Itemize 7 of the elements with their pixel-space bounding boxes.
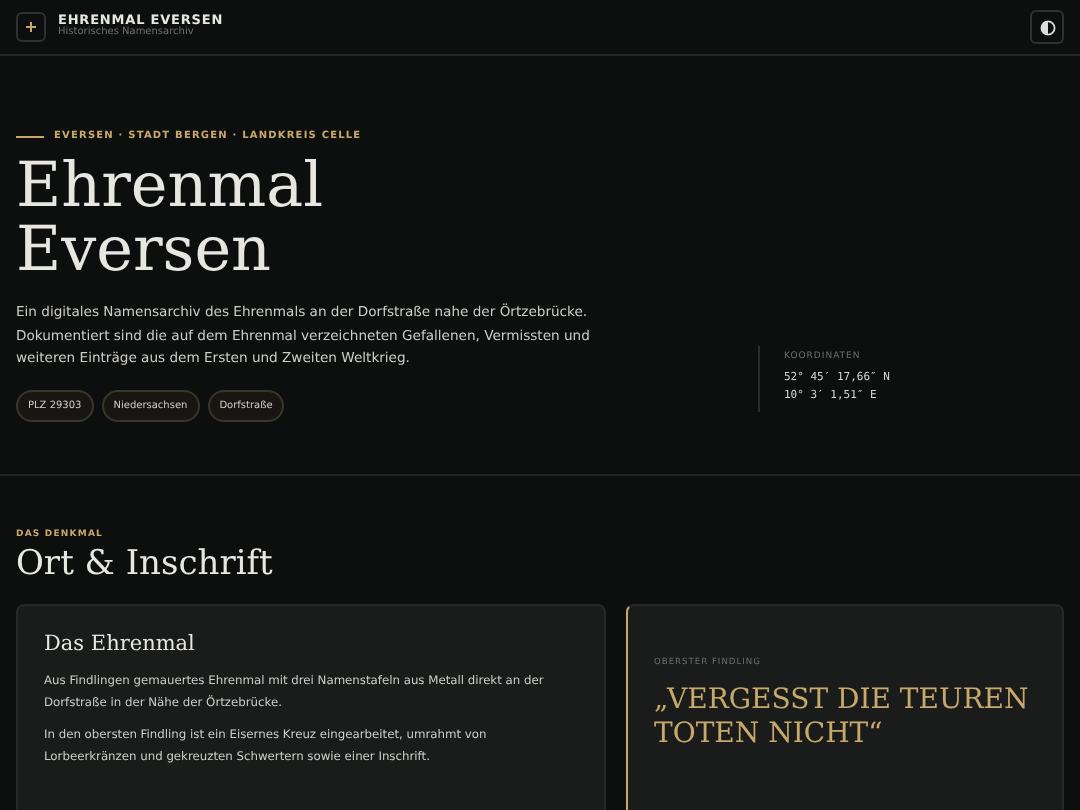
page-title: Ehrenmal Eversen [16, 154, 326, 282]
contrast-icon [1039, 19, 1055, 35]
theme-toggle-button[interactable] [1030, 10, 1064, 44]
inscription-quote: „VERGESST DIE TEUREN TOTEN NICHT“ [654, 684, 1031, 752]
section-title: Ort & Inschrift [16, 544, 275, 584]
card-title: Das Ehrenmal [44, 632, 197, 656]
logo-icon [16, 12, 46, 42]
